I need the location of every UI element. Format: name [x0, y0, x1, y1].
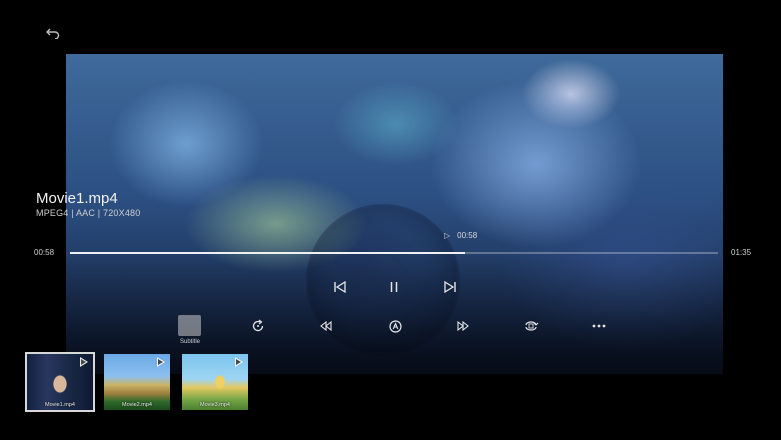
playlist-item-movie1[interactable]: Movie1.mp4	[25, 352, 95, 412]
total-time: 01:35	[731, 248, 752, 257]
seek-bar-progress	[70, 252, 466, 254]
rotate-icon	[525, 321, 539, 331]
back-icon	[46, 28, 60, 39]
previous-icon	[334, 280, 346, 294]
playlist-item-label: Movie2.mp4	[122, 402, 152, 408]
back-button[interactable]	[44, 24, 62, 42]
fast-forward-icon	[457, 321, 469, 331]
playlist-item-label: Movie1.mp4	[45, 402, 75, 408]
next-icon	[444, 280, 456, 294]
preview-play-icon: ▷	[444, 231, 451, 240]
seek-preview-time: 00:58	[457, 231, 478, 240]
rotate-button[interactable]	[521, 317, 541, 335]
rewind-icon	[320, 321, 332, 331]
video-player-screen: Movie1.mp4 MPEG4 | AAC | 720X480 ▷ 00:58…	[0, 0, 781, 440]
elapsed-time: 00:58	[34, 248, 55, 257]
rewind-button[interactable]	[316, 317, 336, 335]
playlist-item-movie3[interactable]: Movie3.mp4	[182, 354, 248, 410]
a-b-repeat-button[interactable]	[385, 317, 405, 335]
more-button[interactable]	[589, 317, 609, 335]
seek-bar[interactable]	[70, 252, 718, 254]
subtitle-label: Subtitle	[179, 339, 200, 345]
pause-button[interactable]	[383, 276, 405, 298]
subtitle-button[interactable]	[178, 315, 201, 336]
playlist-item-movie2[interactable]: Movie2.mp4	[104, 354, 170, 410]
repeat-icon	[252, 319, 264, 332]
play-icon	[157, 357, 165, 367]
seek-preview: ▷ 00:58	[444, 231, 477, 240]
previous-button[interactable]	[329, 276, 351, 298]
play-icon	[235, 357, 243, 367]
a-b-repeat-icon	[388, 319, 402, 333]
repeat-button[interactable]	[248, 317, 268, 335]
video-codec-info: MPEG4 | AAC | 720X480	[36, 208, 141, 218]
next-button[interactable]	[439, 276, 461, 298]
playlist-item-label: Movie3.mp4	[200, 402, 230, 408]
more-icon	[592, 324, 606, 328]
play-icon	[80, 357, 88, 367]
video-title: Movie1.mp4	[36, 190, 118, 207]
pause-icon	[390, 282, 398, 292]
fast-forward-button[interactable]	[453, 317, 473, 335]
